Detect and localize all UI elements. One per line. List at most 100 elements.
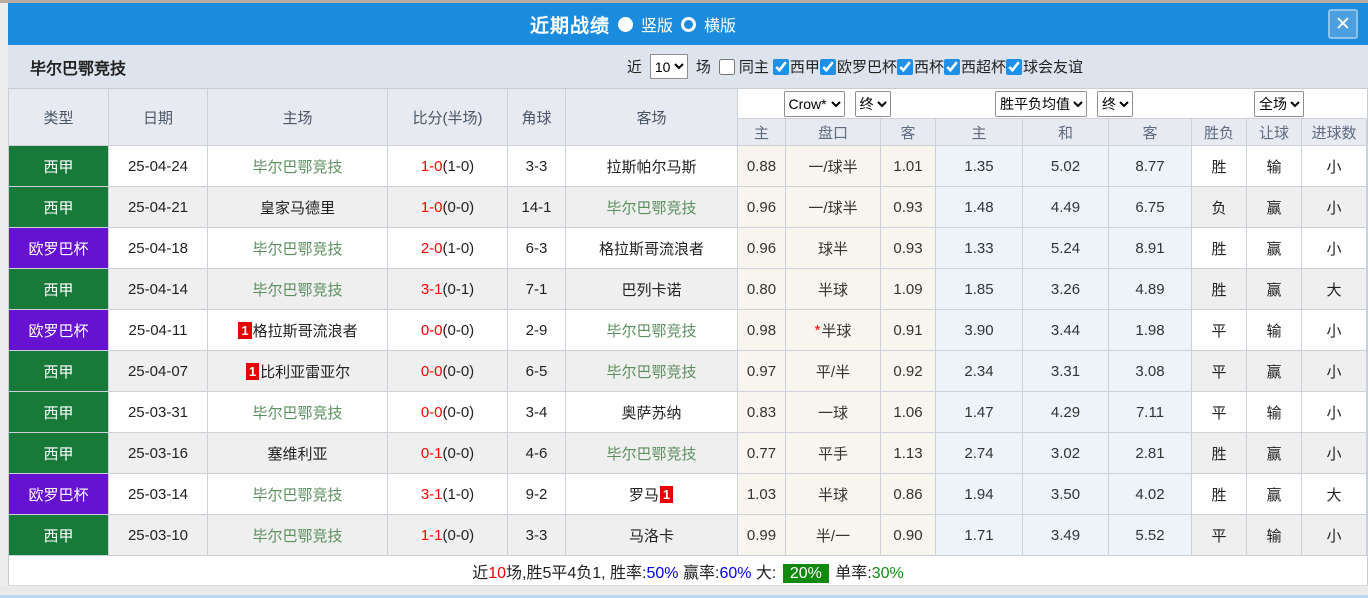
result-flag: 胜	[1192, 146, 1247, 187]
handicap-result-flag: 赢	[1247, 228, 1302, 269]
subheader-goals: 进球数	[1302, 119, 1367, 146]
league-checkbox-input-0[interactable]	[773, 59, 789, 75]
cell-away-team: 拉斯帕尔马斯	[566, 146, 738, 187]
handicap-time-select[interactable]: 终	[855, 91, 891, 117]
handicap-away-odds: 0.90	[881, 515, 936, 556]
goals-flag: 小	[1302, 228, 1367, 269]
league-checkbox-input-3[interactable]	[944, 59, 960, 75]
handicap-result-flag: 输	[1247, 515, 1302, 556]
summary-segment: 近	[472, 565, 488, 582]
half-time-score: (1-0)	[443, 240, 475, 257]
handicap-line: 平/半	[786, 351, 881, 392]
cell-date: 25-03-14	[109, 474, 208, 515]
league-checkbox-0[interactable]: 西甲	[773, 56, 820, 77]
handicap-line: 半/一	[786, 515, 881, 556]
result-flag: 平	[1192, 310, 1247, 351]
handicap-line: 球半	[786, 228, 881, 269]
handicap-result-flag: 赢	[1247, 474, 1302, 515]
league-checkbox-3[interactable]: 西超杯	[944, 56, 1006, 77]
summary-segment: 30%	[872, 565, 904, 582]
same-home-checkbox-input[interactable]	[719, 59, 735, 75]
avg-draw-odds: 3.49	[1023, 515, 1109, 556]
league-checkbox-input-2[interactable]	[897, 59, 913, 75]
cell-score: 3-1(0-1)	[388, 269, 508, 310]
full-time-score: 1-1	[421, 527, 443, 544]
handicap-home-odds: 0.99	[738, 515, 786, 556]
league-checkbox-label: 西超杯	[961, 56, 1006, 77]
result-flag: 负	[1192, 187, 1247, 228]
avg-win-odds: 2.74	[936, 433, 1023, 474]
cell-corners: 14-1	[508, 187, 566, 228]
handicap-line-text: 一球	[818, 402, 848, 423]
cell-date: 25-03-16	[109, 433, 208, 474]
handicap-away-odds: 0.93	[881, 228, 936, 269]
league-checkbox-input-1[interactable]	[820, 59, 836, 75]
field-label: 场	[696, 56, 711, 77]
cell-home-team: 毕尔巴鄂竞技	[208, 269, 388, 310]
close-icon[interactable]: ✕	[1328, 9, 1358, 39]
cell-score: 1-1(0-0)	[388, 515, 508, 556]
handicap-home-odds: 0.83	[738, 392, 786, 433]
avg-odds-select[interactable]: 胜平负均值	[995, 91, 1087, 117]
table-row: 西甲25-03-31毕尔巴鄂竞技0-0(0-0)3-4奥萨苏纳0.83一球1.0…	[9, 392, 1367, 433]
avg-lose-odds: 1.98	[1109, 310, 1192, 351]
cell-home-team: 1比利亚雷亚尔	[208, 351, 388, 392]
cell-corners: 6-3	[508, 228, 566, 269]
goals-flag: 小	[1302, 351, 1367, 392]
league-badge: 欧罗巴杯	[9, 474, 109, 515]
match-count-select[interactable]: 10	[650, 54, 688, 79]
avg-lose-odds: 6.75	[1109, 187, 1192, 228]
away-team-name: 毕尔巴鄂竞技	[606, 197, 696, 218]
subheader-avg-draw: 和	[1023, 119, 1109, 146]
away-team-name: 毕尔巴鄂竞技	[606, 320, 696, 341]
handicap-home-odds: 0.80	[738, 269, 786, 310]
match-scope-select[interactable]: 全场	[1254, 91, 1304, 117]
avg-lose-odds: 2.81	[1109, 433, 1192, 474]
cell-score: 0-0(0-0)	[388, 310, 508, 351]
radio-horizontal-label[interactable]: 横版	[704, 12, 736, 36]
league-checkbox-4[interactable]: 球会友谊	[1006, 56, 1083, 77]
radio-horizontal-icon[interactable]	[681, 17, 696, 32]
cell-score: 1-0(1-0)	[388, 146, 508, 187]
radio-vertical-selected-icon[interactable]	[618, 17, 633, 32]
result-flag: 胜	[1192, 269, 1247, 310]
home-team-name: 毕尔巴鄂竞技	[252, 156, 342, 177]
summary-stats-text: 近10场,胜5平4负1, 胜率:50% 赢率:60% 大: 20% 单率:30%	[472, 559, 904, 583]
avg-draw-odds: 5.02	[1023, 146, 1109, 187]
same-home-checkbox[interactable]: 同主	[715, 56, 769, 77]
half-time-score: (0-0)	[443, 322, 475, 339]
avg-time-select[interactable]: 终	[1097, 91, 1133, 117]
table-body: 西甲25-04-24毕尔巴鄂竞技1-0(1-0)3-3拉斯帕尔马斯0.88一/球…	[9, 146, 1367, 556]
subheader-avg-lose: 客	[1109, 119, 1192, 146]
col-header-score: 比分(半场)	[388, 89, 508, 146]
league-checkbox-2[interactable]: 西杯	[897, 56, 944, 77]
radio-vertical-label[interactable]: 竖版	[641, 12, 673, 36]
handicap-away-odds: 1.13	[881, 433, 936, 474]
handicap-away-odds: 0.93	[881, 187, 936, 228]
handicap-home-odds: 0.77	[738, 433, 786, 474]
avg-win-odds: 2.34	[936, 351, 1023, 392]
recent-results-popup: 近期战绩 竖版 横版 ✕ 毕尔巴鄂竞技 近 10 场 同主 西甲欧罗巴杯西杯西超…	[8, 3, 1368, 586]
league-checkbox-1[interactable]: 欧罗巴杯	[820, 56, 897, 77]
home-team-name: 比利亚雷亚尔	[260, 361, 350, 382]
odds-company-select[interactable]: Crow*	[784, 91, 845, 117]
avg-lose-odds: 8.91	[1109, 228, 1192, 269]
half-time-score: (0-0)	[443, 527, 475, 544]
avg-draw-odds: 4.49	[1023, 187, 1109, 228]
subheader-handicap-result: 让球	[1247, 119, 1302, 146]
handicap-result-flag: 赢	[1247, 187, 1302, 228]
full-time-score: 1-0	[421, 199, 443, 216]
league-checkbox-input-4[interactable]	[1006, 59, 1022, 75]
avg-win-odds: 1.85	[936, 269, 1023, 310]
col-header-date: 日期	[109, 89, 208, 146]
league-badge: 西甲	[9, 269, 109, 310]
avg-win-odds: 1.35	[936, 146, 1023, 187]
home-team-name: 格拉斯哥流浪者	[253, 320, 358, 341]
handicap-home-odds: 1.03	[738, 474, 786, 515]
half-time-score: (0-0)	[443, 445, 475, 462]
table-header: 类型 日期 主场 比分(半场) 角球 客场 Crow* 终 胜平负均值 终 全场…	[9, 88, 1367, 146]
avg-draw-odds: 3.26	[1023, 269, 1109, 310]
avg-draw-odds: 3.02	[1023, 433, 1109, 474]
handicap-home-odds: 0.88	[738, 146, 786, 187]
away-team-name: 罗马	[629, 484, 659, 505]
